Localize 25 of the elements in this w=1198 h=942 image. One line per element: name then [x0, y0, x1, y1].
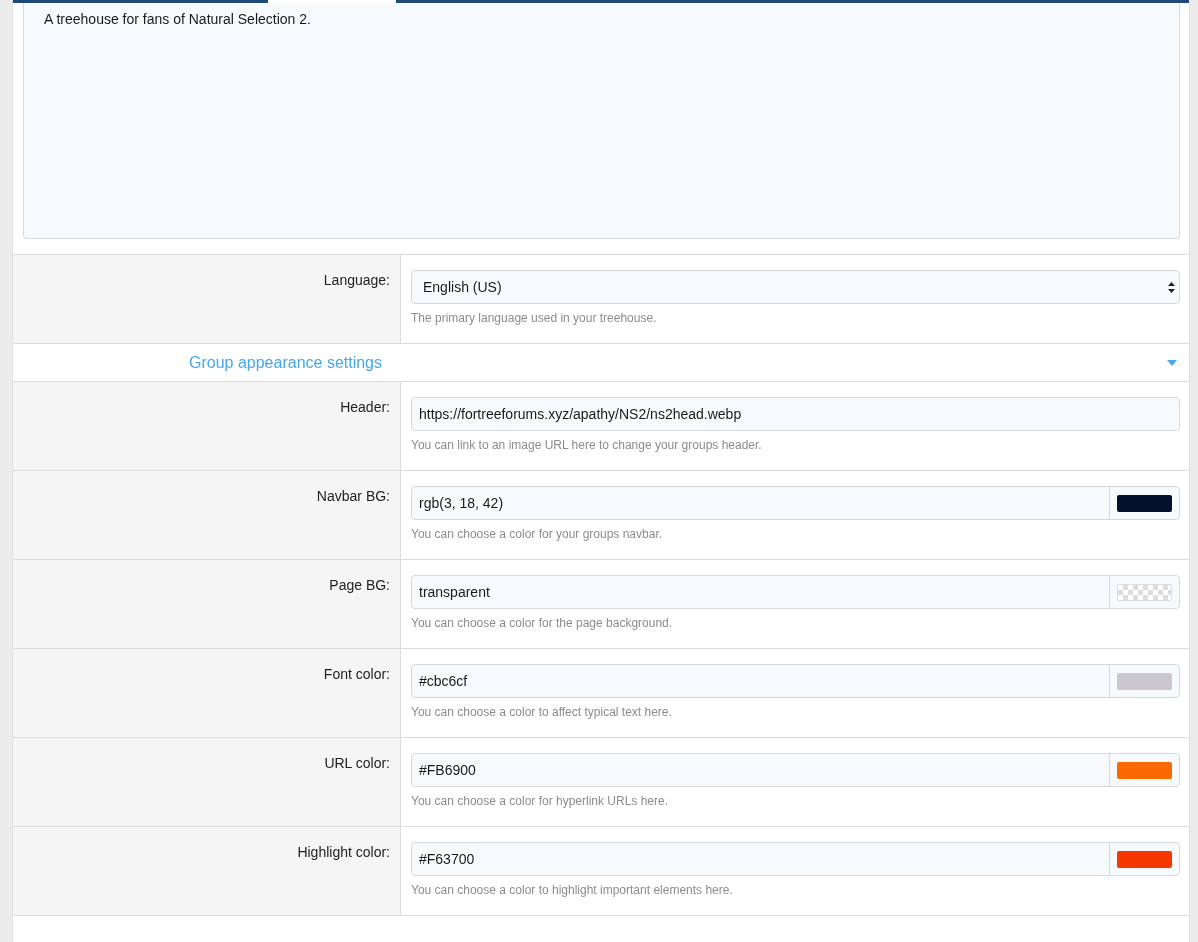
field-label: Navbar BG: — [316, 488, 390, 505]
field-label: Header: — [340, 399, 390, 416]
section-title: Group appearance settings — [189, 353, 383, 372]
input-field[interactable]: transparent — [411, 575, 1180, 609]
input-field[interactable]: #cbc6cf — [411, 664, 1180, 698]
field-hint: You can choose a color for the page background. — [411, 616, 673, 630]
input-field[interactable]: rgb(3, 18, 42) — [411, 486, 1180, 520]
language-select[interactable]: English (US) — [411, 270, 1180, 304]
field-label: URL color: — [324, 755, 390, 772]
field-hint: You can choose a color to highlight important elements here. — [411, 883, 733, 897]
description-field[interactable]: A treehouse for fans of Natural Selection 2. — [23, 3, 1180, 239]
transparent-swatch — [1117, 583, 1172, 601]
field-hint: You can link to an image URL here to change your groups header. — [411, 438, 762, 452]
field-hint: You can choose a color for hyperlink URLs here. — [411, 794, 669, 808]
input-field[interactable]: #FB6900 — [411, 753, 1180, 787]
field-label: Font color: — [323, 666, 390, 683]
input-field[interactable]: https://fortreeforums.xyz/apathy/NS2/ns2head.webp — [411, 397, 1180, 431]
field-label: Page BG: — [329, 577, 390, 594]
field-hint: You can choose a color for your groups navbar. — [411, 527, 663, 541]
field-label: Highlight color: — [297, 844, 390, 861]
field-label: Language: — [323, 272, 390, 289]
field-hint: The primary language used in your treehouse. — [411, 311, 657, 325]
updown-icon — [1168, 281, 1175, 293]
input-field[interactable]: #F63700 — [411, 842, 1180, 876]
field-hint: You can choose a color to affect typical text here. — [411, 705, 672, 719]
